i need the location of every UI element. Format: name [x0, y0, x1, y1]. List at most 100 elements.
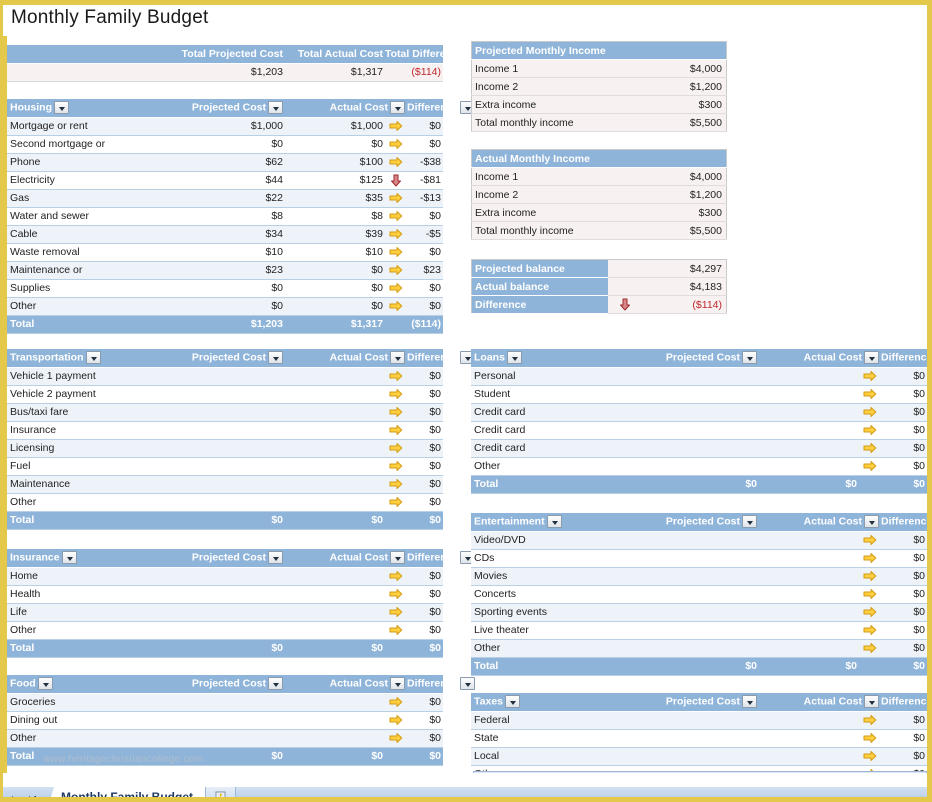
row-actual-cost[interactable]: $39	[285, 225, 385, 244]
row-projected-cost[interactable]	[167, 475, 285, 494]
row-label[interactable]: Live theater	[471, 621, 619, 640]
filter-button-transportation-projected[interactable]	[268, 351, 283, 365]
table-row[interactable]: Maintenance or $23 $0 $23	[7, 261, 443, 280]
table-row[interactable]: Supplies $0 $0 $0	[7, 279, 443, 298]
table-row[interactable]: Licensing $0	[7, 439, 443, 458]
row-actual-cost[interactable]: $35	[285, 189, 385, 208]
filter-button-insurance-category[interactable]	[61, 551, 77, 565]
row-actual-cost[interactable]	[285, 403, 385, 422]
row-label[interactable]: Video/DVD	[471, 531, 619, 550]
table-row[interactable]: Credit card $0	[471, 421, 927, 440]
row-label[interactable]: Other	[7, 297, 167, 316]
row-projected-cost[interactable]	[167, 567, 285, 586]
table-row[interactable]: Student $0	[471, 385, 927, 404]
row-projected-cost[interactable]	[167, 493, 285, 512]
table-row[interactable]: Credit card $0	[471, 439, 927, 458]
row-actual-cost[interactable]	[759, 747, 859, 766]
filter-button-food-difference[interactable]	[460, 677, 476, 691]
row-projected-cost[interactable]	[619, 367, 759, 386]
row-actual-cost[interactable]	[285, 621, 385, 640]
row-projected-cost[interactable]: $44	[167, 171, 285, 190]
row-projected-cost[interactable]	[167, 585, 285, 604]
filter-button-entertainment-actual[interactable]	[864, 515, 879, 529]
row-actual-cost[interactable]	[285, 603, 385, 622]
row-actual-cost[interactable]	[285, 493, 385, 512]
filter-button-taxes-actual[interactable]	[864, 695, 879, 709]
new-sheet-icon[interactable]	[206, 787, 236, 797]
row-actual-cost[interactable]	[759, 567, 859, 586]
row-actual-cost[interactable]	[759, 457, 859, 476]
row-actual-cost[interactable]	[285, 421, 385, 440]
row-actual-cost[interactable]: $125	[285, 171, 385, 190]
filter-button-taxes-category[interactable]	[505, 695, 520, 709]
row-actual-cost[interactable]	[285, 385, 385, 404]
row-projected-cost[interactable]	[167, 603, 285, 622]
box-row[interactable]: Extra income $300	[471, 203, 727, 222]
table-row[interactable]: Credit card $0	[471, 403, 927, 422]
row-projected-cost[interactable]: $0	[167, 135, 285, 154]
table-row[interactable]: State $0	[471, 729, 927, 748]
row-projected-cost[interactable]	[619, 549, 759, 568]
table-row[interactable]: Dining out $0	[7, 711, 443, 730]
table-row[interactable]: Other $0	[471, 457, 927, 476]
box-row[interactable]: Income 2 $1,200	[471, 77, 727, 96]
filter-button-food-projected[interactable]	[268, 677, 283, 691]
box-row-value[interactable]: $1,200	[640, 185, 727, 204]
table-row[interactable]: Vehicle 1 payment $0	[7, 367, 443, 386]
row-projected-cost[interactable]	[167, 403, 285, 422]
row-label[interactable]: Dining out	[7, 711, 167, 730]
row-actual-cost[interactable]: $0	[285, 279, 385, 298]
row-actual-cost[interactable]	[285, 729, 385, 748]
row-label[interactable]: Other	[7, 493, 167, 512]
nav-last-icon[interactable]	[27, 792, 38, 797]
row-label[interactable]: Vehicle 2 payment	[7, 385, 167, 404]
row-label[interactable]: Concerts	[471, 585, 619, 604]
row-projected-cost[interactable]: $8	[167, 207, 285, 226]
row-projected-cost[interactable]	[167, 421, 285, 440]
row-projected-cost[interactable]	[619, 457, 759, 476]
worksheet-canvas[interactable]: Monthly Family Budget Total Projected Co…	[3, 5, 927, 773]
row-actual-cost[interactable]	[759, 549, 859, 568]
table-row[interactable]: Life $0	[7, 603, 443, 622]
table-row[interactable]: Other $0 $0 $0	[7, 297, 443, 316]
table-row[interactable]: Mortgage or rent $1,000 $1,000 $0	[7, 117, 443, 136]
table-row[interactable]: Maintenance $0	[7, 475, 443, 494]
table-row[interactable]: Vehicle 2 payment $0	[7, 385, 443, 404]
row-actual-cost[interactable]	[285, 475, 385, 494]
sheet-tab-monthly-family-budget[interactable]: Monthly Family Budget	[48, 787, 206, 797]
row-projected-cost[interactable]	[619, 621, 759, 640]
row-actual-cost[interactable]	[759, 585, 859, 604]
table-row[interactable]: Local $0	[471, 747, 927, 766]
row-projected-cost[interactable]	[167, 385, 285, 404]
row-label[interactable]: Credit card	[471, 439, 619, 458]
table-row[interactable]: Movies $0	[471, 567, 927, 586]
row-label[interactable]: Other	[7, 729, 167, 748]
box-row-value[interactable]: $5,500	[640, 113, 727, 132]
row-actual-cost[interactable]	[759, 421, 859, 440]
row-actual-cost[interactable]	[759, 711, 859, 730]
filter-button-loans-projected[interactable]	[742, 351, 757, 365]
row-label[interactable]: Phone	[7, 153, 167, 172]
filter-button-food-category[interactable]	[37, 677, 53, 691]
row-projected-cost[interactable]: $1,000	[167, 117, 285, 136]
table-row[interactable]: Bus/taxi fare $0	[7, 403, 443, 422]
row-label[interactable]: CDs	[471, 549, 619, 568]
row-projected-cost[interactable]	[167, 693, 285, 712]
row-label[interactable]: Other	[471, 639, 619, 658]
filter-button-loans-category[interactable]	[506, 351, 522, 365]
nav-next-icon[interactable]	[9, 792, 20, 797]
row-projected-cost[interactable]	[619, 531, 759, 550]
row-actual-cost[interactable]: $0	[285, 297, 385, 316]
table-row[interactable]: Other $0	[471, 639, 927, 658]
row-label[interactable]: Fuel	[7, 457, 167, 476]
row-projected-cost[interactable]	[619, 585, 759, 604]
row-actual-cost[interactable]	[759, 531, 859, 550]
box-row-value[interactable]: $5,500	[640, 221, 727, 240]
table-row[interactable]: Live theater $0	[471, 621, 927, 640]
row-actual-cost[interactable]	[285, 693, 385, 712]
row-projected-cost[interactable]	[167, 621, 285, 640]
row-label[interactable]: State	[471, 729, 619, 748]
row-label[interactable]: Cable	[7, 225, 167, 244]
row-actual-cost[interactable]: $0	[285, 135, 385, 154]
table-row[interactable]: Personal $0	[471, 367, 927, 386]
